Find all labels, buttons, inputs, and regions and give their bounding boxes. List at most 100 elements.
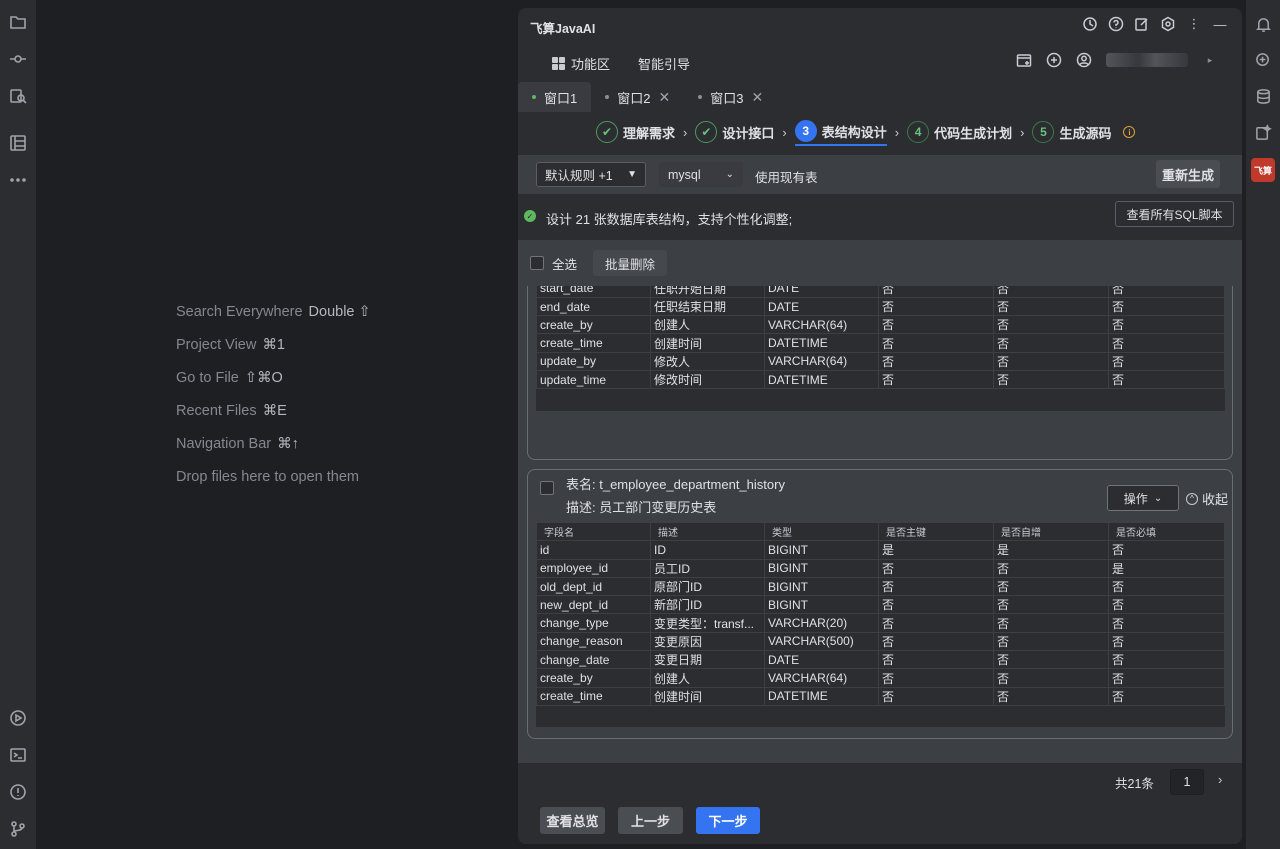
table-cell[interactable]: 否 (1108, 631, 1225, 652)
commit-icon[interactable] (8, 49, 28, 69)
table-cell[interactable]: 创建人 (650, 315, 765, 335)
table-cell[interactable]: 否 (878, 296, 994, 317)
table-cell[interactable]: 否 (993, 370, 1109, 390)
step-generate-source[interactable]: 5 生成源码 (1032, 118, 1111, 146)
column-header[interactable]: 字段名 (536, 521, 651, 542)
table-cell[interactable]: 否 (878, 650, 994, 670)
rule-select[interactable]: 默认规则 +1 ▼ (536, 162, 646, 187)
table-cell[interactable]: ID (650, 540, 765, 560)
nav-feature-area[interactable]: 功能区 (552, 54, 610, 73)
table-cell[interactable]: 否 (993, 686, 1109, 706)
add-icon[interactable] (1046, 52, 1062, 68)
minimize-icon[interactable]: — (1212, 16, 1228, 32)
table-cell[interactable]: 否 (1108, 595, 1225, 615)
table-cell[interactable]: DATETIME (764, 686, 879, 706)
table-cell[interactable]: 否 (1108, 296, 1225, 317)
column-header[interactable]: 是否必填 (1108, 521, 1225, 542)
table-cell[interactable]: 否 (878, 686, 994, 706)
table-cell[interactable]: BIGINT (764, 558, 879, 578)
user-icon[interactable] (1076, 52, 1092, 68)
nav-smart-guide[interactable]: 智能引导 (638, 54, 690, 73)
table-cell[interactable]: VARCHAR(64) (764, 668, 879, 688)
column-header[interactable]: 类型 (764, 521, 879, 542)
table-row[interactable]: create_time 创建时间 DATETIME 否否否 (536, 333, 1225, 353)
database-icon[interactable] (1253, 86, 1273, 106)
select-all-label[interactable]: 全选 (552, 254, 577, 273)
table-cell[interactable]: 否 (993, 296, 1109, 317)
table-cell[interactable]: employee_id (536, 558, 651, 578)
table-cell[interactable]: 员工ID (650, 558, 765, 578)
table-cell[interactable]: 变更原因 (650, 631, 765, 652)
table-row[interactable]: change_type 变更类型：transf... VARCHAR(20) 否否否 (536, 613, 1225, 633)
next-step-button[interactable]: 下一步 (696, 807, 760, 834)
run-icon[interactable] (8, 708, 28, 728)
table-cell[interactable]: id (536, 540, 651, 560)
table-cell[interactable]: 否 (993, 650, 1109, 670)
table-cell[interactable]: 否 (1108, 576, 1225, 597)
table-cell[interactable]: 否 (1108, 351, 1225, 372)
structure-icon[interactable] (8, 133, 28, 153)
table-cell[interactable]: BIGINT (764, 576, 879, 597)
table-row[interactable]: create_time 创建时间 DATETIME 否否否 (536, 686, 1225, 706)
table-cell[interactable]: VARCHAR(64) (764, 315, 879, 335)
table-cell[interactable]: 新部门ID (650, 595, 765, 615)
table-row[interactable]: create_by 创建人 VARCHAR(64) 否否否 (536, 315, 1225, 335)
table-select-checkbox[interactable] (540, 481, 554, 495)
help-icon[interactable] (1108, 16, 1124, 32)
table-list[interactable]: dept_id部门IDBIGINT否否是is_primary是否主部门：1-主.… (518, 240, 1242, 762)
batch-delete-button[interactable]: 批量删除 (593, 250, 668, 276)
table-cell[interactable]: 否 (878, 631, 994, 652)
tab-window-3[interactable]: 窗口3 ✕ (684, 82, 777, 112)
table-row[interactable]: end_date 任职结束日期 DATE 否否否 (536, 296, 1225, 317)
table-cell[interactable]: 创建时间 (650, 686, 765, 706)
database-select[interactable]: mysql ⌄ (659, 162, 743, 187)
table-cell[interactable]: 否 (878, 315, 994, 335)
step-code-plan[interactable]: 4 代码生成计划 (907, 118, 1012, 146)
table-cell[interactable]: change_type (536, 613, 651, 633)
table-cell[interactable]: 否 (993, 315, 1109, 335)
table-row[interactable]: change_reason 变更原因 VARCHAR(500) 否否否 (536, 631, 1225, 652)
table-cell[interactable]: 否 (878, 668, 994, 688)
table-cell[interactable]: 否 (1108, 668, 1225, 688)
table-cell[interactable]: 否 (878, 613, 994, 633)
table-cell[interactable]: 否 (993, 351, 1109, 372)
table-cell[interactable]: update_time (536, 370, 651, 390)
table-cell[interactable]: update_by (536, 351, 651, 372)
more-vertical-icon[interactable]: ⋮ (1186, 16, 1202, 32)
folder-icon[interactable] (8, 12, 28, 32)
new-window-icon[interactable] (1016, 52, 1032, 68)
table-row[interactable]: new_dept_id 新部门ID BIGINT 否否否 (536, 595, 1225, 615)
table-row[interactable]: update_time 修改时间 DATETIME 否否否 (536, 370, 1225, 390)
table-row[interactable]: change_date 变更日期 DATE 否否否 (536, 650, 1225, 670)
select-all-checkbox[interactable] (530, 256, 544, 270)
table-cell[interactable]: VARCHAR(20) (764, 613, 879, 633)
table-cell[interactable]: 否 (993, 558, 1109, 578)
table-cell[interactable]: create_by (536, 315, 651, 335)
regenerate-button[interactable]: 重新生成 (1156, 160, 1221, 188)
table-cell[interactable]: 否 (993, 613, 1109, 633)
table-cell[interactable]: 否 (1108, 686, 1225, 706)
column-header[interactable]: 是否主键 (878, 521, 994, 542)
previous-step-button[interactable]: 上一步 (618, 807, 683, 834)
table-cell[interactable]: 创建人 (650, 668, 765, 688)
table-cell[interactable]: 任职结束日期 (650, 296, 765, 317)
table-cell[interactable]: change_date (536, 650, 651, 670)
table-cell[interactable]: VARCHAR(500) (764, 631, 879, 652)
table-cell[interactable]: BIGINT (764, 540, 879, 560)
table-cell[interactable]: 否 (993, 668, 1109, 688)
table-cell[interactable]: BIGINT (764, 595, 879, 615)
step-understand-requirements[interactable]: ✔ 理解需求 (596, 118, 675, 146)
table-cell[interactable]: 是 (878, 540, 994, 560)
table-cell[interactable]: DATE (764, 296, 879, 317)
table-cell[interactable]: create_time (536, 333, 651, 353)
table-cell[interactable]: 否 (1108, 370, 1225, 390)
ai-assistant-icon[interactable] (1253, 50, 1273, 70)
problems-icon[interactable] (8, 782, 28, 802)
table-cell[interactable]: change_reason (536, 631, 651, 652)
table-cell[interactable]: 原部门ID (650, 576, 765, 597)
table-cell[interactable]: new_dept_id (536, 595, 651, 615)
table-cell[interactable]: 否 (878, 595, 994, 615)
table-row[interactable]: update_by 修改人 VARCHAR(64) 否否否 (536, 351, 1225, 372)
table-cell[interactable]: DATETIME (764, 333, 879, 353)
column-header[interactable]: 是否自增 (993, 521, 1109, 542)
